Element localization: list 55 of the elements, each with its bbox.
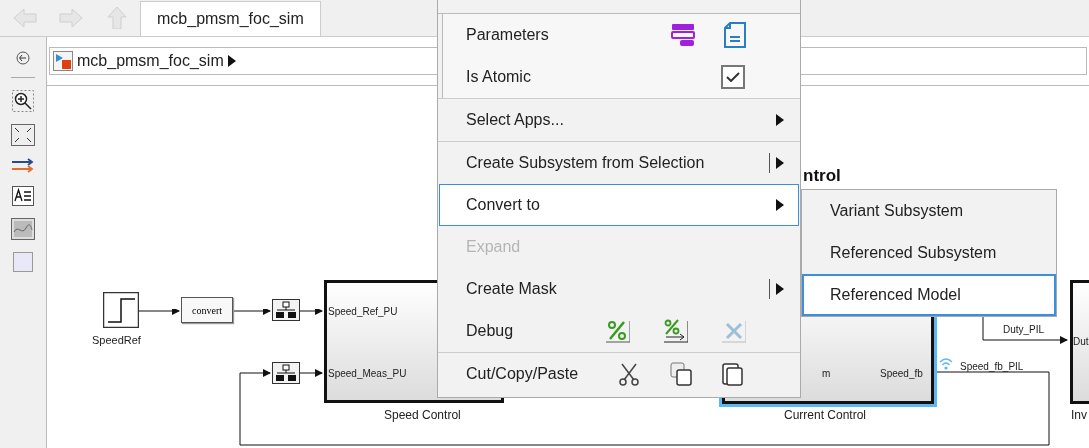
bus-selector-block (272, 362, 300, 384)
submenu-item[interactable]: Referenced Model (802, 274, 1056, 316)
port-label: Speed_Ref_PU (328, 305, 398, 319)
model-tab[interactable]: mcb_pmsm_foc_sim (140, 1, 321, 36)
block-label: Current Control (784, 407, 867, 424)
port-label: m (822, 367, 831, 381)
port-label: Speed_fb (880, 367, 923, 381)
block-label: SpeedRef (92, 333, 141, 348)
model-icon (53, 51, 73, 71)
fit-view-icon[interactable] (11, 124, 35, 146)
subsystem-title: ntrol (803, 166, 841, 186)
annotation-icon[interactable] (12, 186, 34, 206)
paste-icon[interactable] (722, 362, 744, 386)
signal-label: Duty_PIL (1003, 323, 1045, 337)
submenu-arrow-icon (776, 114, 784, 126)
menu-item[interactable]: Parameters (443, 14, 800, 56)
signal-line (299, 309, 323, 315)
copy-icon[interactable] (670, 362, 692, 386)
block-label: Speed Control (384, 407, 461, 424)
check-icon (726, 72, 740, 82)
image-icon[interactable] (11, 218, 35, 240)
menu-item[interactable]: Is Atomic (443, 56, 800, 98)
menu-item[interactable]: Create Subsystem from Selection (439, 142, 799, 184)
signal-line (232, 309, 271, 315)
submenu-arrow-icon (776, 283, 784, 295)
signal-label: Speed_fb_PIL (960, 360, 1024, 374)
submenu-item[interactable]: Referenced Subsystem (802, 232, 1056, 274)
parameters-icon[interactable] (671, 23, 697, 47)
menu-item[interactable]: Debug (439, 310, 799, 352)
percent-icon[interactable] (606, 319, 630, 343)
zoom-in-icon[interactable] (12, 90, 34, 112)
breadcrumb-arrow-icon (227, 55, 236, 67)
atomic-checkbox[interactable] (721, 65, 745, 89)
menu-item[interactable]: Create Mask (439, 268, 799, 310)
port-label: Speed_Meas_PU (328, 367, 407, 381)
menu-item[interactable]: Convert to (439, 184, 799, 226)
menu-item[interactable]: Select Apps... (439, 99, 799, 141)
scissors-icon[interactable] (618, 362, 640, 386)
menu-item[interactable]: Cut/Copy/Paste (439, 353, 799, 395)
submenu-arrow-icon (776, 199, 784, 211)
submenu-item[interactable]: Variant Subsystem (802, 190, 1056, 232)
signal-line (138, 309, 180, 315)
percent-step-icon[interactable] (664, 319, 688, 343)
bus-selector-block (272, 299, 300, 321)
back-circle-icon[interactable] (16, 51, 30, 65)
port-label: Dut (1073, 335, 1089, 349)
breadcrumb-path[interactable]: mcb_pmsm_foc_sim (77, 49, 224, 73)
percent-cross-icon (722, 319, 746, 343)
submenu-arrow-icon (776, 157, 784, 169)
document-icon[interactable] (723, 22, 747, 48)
signal-lines-icon[interactable] (11, 158, 35, 174)
convert-block: convert (181, 297, 233, 323)
wireless-icon (939, 357, 953, 371)
block-label: Inv (1071, 407, 1087, 424)
step-block (103, 292, 139, 328)
